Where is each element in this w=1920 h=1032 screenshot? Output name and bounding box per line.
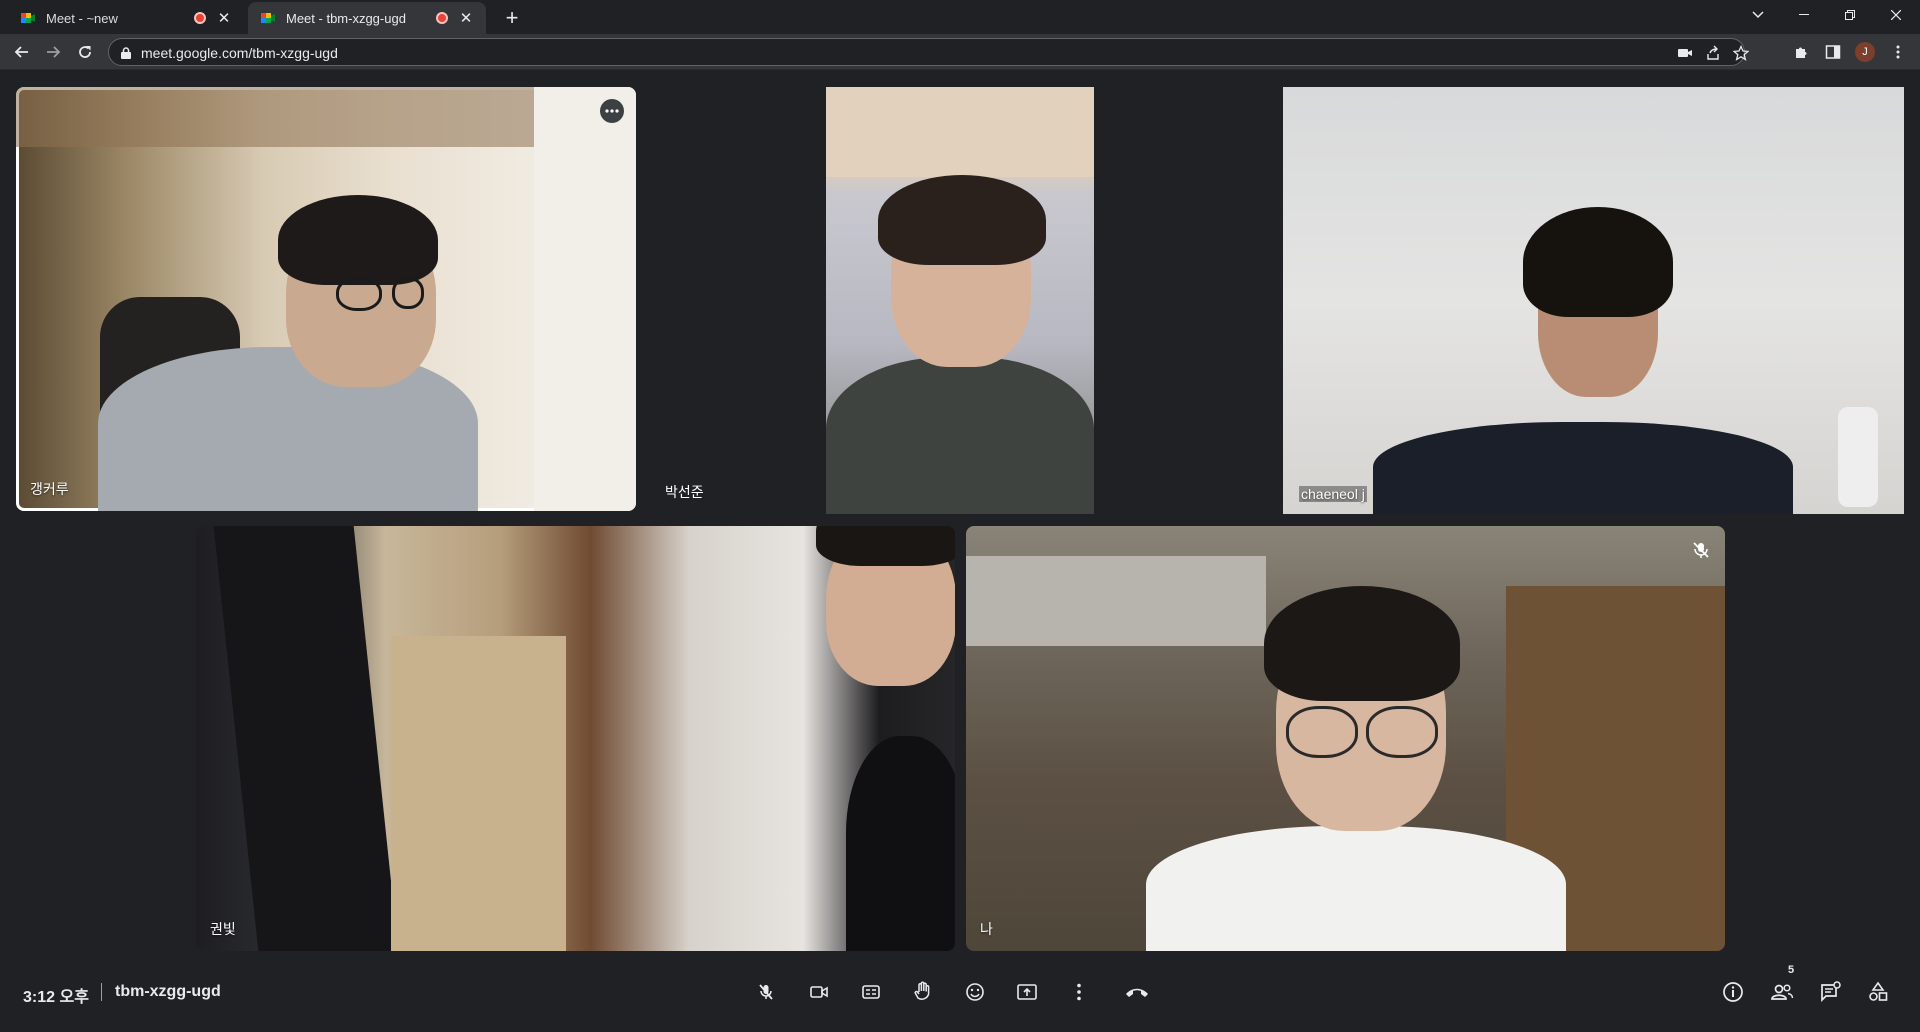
wardrobe [391, 636, 566, 951]
people-button[interactable] [1762, 972, 1802, 1012]
meeting-controls-bar: 3:12 오후 tbm-xzgg-ugd 5 [0, 956, 1920, 1032]
leave-call-button[interactable] [1117, 972, 1157, 1012]
glasses [1286, 706, 1358, 758]
glasses [1366, 706, 1438, 758]
recording-indicator-icon [194, 12, 206, 24]
person-hair [878, 175, 1046, 265]
ceiling-wall [826, 87, 1094, 177]
bookmark-star-icon[interactable] [1732, 44, 1750, 61]
activities-button[interactable] [1858, 972, 1898, 1012]
mic-off-icon [1691, 540, 1711, 560]
more-options-button[interactable] [1059, 972, 1099, 1012]
participant-name: 박선준 [665, 484, 704, 500]
meeting-details-button[interactable] [1713, 972, 1753, 1012]
close-tab-icon[interactable]: ✕ [216, 9, 232, 27]
glasses [336, 277, 382, 311]
person-body [826, 357, 1094, 514]
extensions-puzzle-icon[interactable] [1792, 42, 1812, 62]
tab-title: Meet - tbm-xzgg-ugd [286, 10, 406, 26]
side-panel-icon[interactable] [1823, 42, 1843, 62]
reload-button[interactable] [71, 38, 99, 66]
video-stage: 갱커루 박선준 chaeneol j 권빛 나 [0, 71, 1920, 951]
more-options-button[interactable] [600, 99, 624, 123]
participant-name: chaeneol j [1299, 486, 1367, 502]
meet-favicon-icon [260, 10, 276, 26]
kebab-menu-icon[interactable] [1888, 42, 1908, 62]
present-screen-button[interactable] [1007, 972, 1047, 1012]
raise-hand-button[interactable] [903, 972, 943, 1012]
divider [101, 983, 102, 1001]
tab-strip: Meet - ~new ✕ Meet - tbm-xzgg-ugd ✕ + [0, 0, 1920, 34]
tab-meet-tbm[interactable]: Meet - tbm-xzgg-ugd ✕ [248, 2, 486, 34]
profile-avatar[interactable]: J [1855, 42, 1875, 62]
close-window-button[interactable] [1873, 0, 1919, 30]
participant-name: 갱커루 [30, 481, 69, 497]
person-hair [1523, 207, 1673, 317]
self-view-tile[interactable]: 나 [966, 526, 1725, 951]
person-hair [278, 195, 438, 285]
steamer [1838, 407, 1878, 507]
browser-toolbar: meet.google.com/tbm-xzgg-ugd J [0, 34, 1920, 70]
new-tab-button[interactable]: + [498, 5, 526, 33]
chat-button[interactable] [1810, 972, 1850, 1012]
meeting-code: tbm-xzgg-ugd [115, 983, 221, 1000]
monitor [213, 526, 399, 951]
person-body [1146, 826, 1566, 951]
person-body [98, 347, 478, 511]
address-bar[interactable]: meet.google.com/tbm-xzgg-ugd [108, 38, 1750, 66]
person-hair [1264, 586, 1460, 701]
participant-name: 권빛 [210, 921, 236, 937]
people-count-badge: 5 [1788, 964, 1795, 976]
glasses [392, 277, 424, 309]
bunk-bed [966, 556, 1266, 646]
tab-title: Meet - ~new [46, 10, 118, 26]
close-tab-icon[interactable]: ✕ [458, 9, 474, 27]
url-text[interactable]: meet.google.com/tbm-xzgg-ugd [141, 45, 338, 61]
curtain [534, 87, 636, 511]
camera-in-use-icon[interactable] [1677, 45, 1693, 61]
captions-button[interactable] [851, 972, 891, 1012]
person-body [846, 736, 955, 951]
participant-video[interactable] [826, 87, 1094, 514]
restore-button[interactable] [1827, 0, 1873, 30]
person-body [1373, 422, 1793, 514]
tab-search-icon[interactable] [1735, 0, 1781, 30]
meeting-clock: 3:12 오후 [23, 989, 89, 1006]
camera-toggle-button[interactable] [799, 972, 839, 1012]
microphone-toggle-button[interactable] [746, 972, 786, 1012]
recording-indicator-icon [436, 12, 448, 24]
meet-favicon-icon [20, 10, 36, 26]
participant-tile[interactable]: 권빛 [196, 526, 955, 951]
participant-tile[interactable]: 갱커루 [16, 87, 636, 511]
forward-button[interactable] [39, 38, 67, 66]
tab-meet-new[interactable]: Meet - ~new ✕ [8, 2, 244, 34]
person-hair [816, 526, 955, 566]
back-button[interactable] [8, 38, 36, 66]
participant-tile[interactable]: chaeneol j [1283, 87, 1904, 514]
reactions-button[interactable] [955, 972, 995, 1012]
lock-icon[interactable] [121, 46, 131, 59]
minimize-button[interactable] [1781, 0, 1827, 30]
participant-name: 나 [980, 921, 993, 937]
share-icon[interactable] [1705, 45, 1721, 61]
